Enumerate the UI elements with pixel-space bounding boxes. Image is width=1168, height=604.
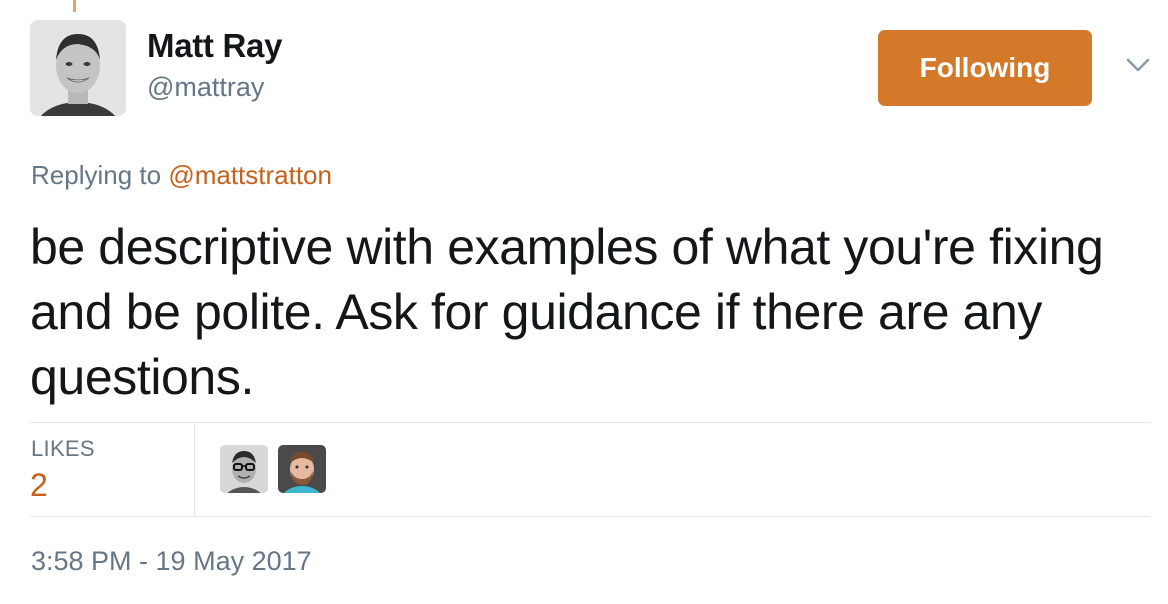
tweet-text: be descriptive with examples of what you…: [30, 219, 1104, 405]
chevron-down-icon[interactable]: [1124, 55, 1152, 75]
liker-avatar-glasses[interactable]: [220, 445, 268, 493]
avatar-photo-icon: [30, 20, 126, 116]
tweet-timestamp[interactable]: 3:58 PM - 19 May 2017: [31, 546, 312, 577]
stats-vertical-divider: [194, 423, 195, 516]
replying-to-line: Replying to @mattstratton: [31, 160, 332, 191]
stats-divider-bottom: [30, 516, 1150, 517]
following-button[interactable]: Following: [878, 30, 1092, 106]
author-name[interactable]: Matt Ray: [147, 27, 282, 65]
thread-connector-line: [73, 0, 76, 12]
likes-count[interactable]: 2: [30, 467, 48, 504]
stats-divider-top: [30, 422, 1150, 423]
reply-target-link[interactable]: @mattstratton: [168, 160, 332, 190]
liker-avatar-beard[interactable]: [278, 445, 326, 493]
replying-to-prefix: Replying to: [31, 160, 162, 190]
author-handle[interactable]: @mattray: [147, 72, 264, 103]
likes-label[interactable]: LIKES: [31, 436, 95, 462]
author-avatar[interactable]: [30, 20, 126, 116]
